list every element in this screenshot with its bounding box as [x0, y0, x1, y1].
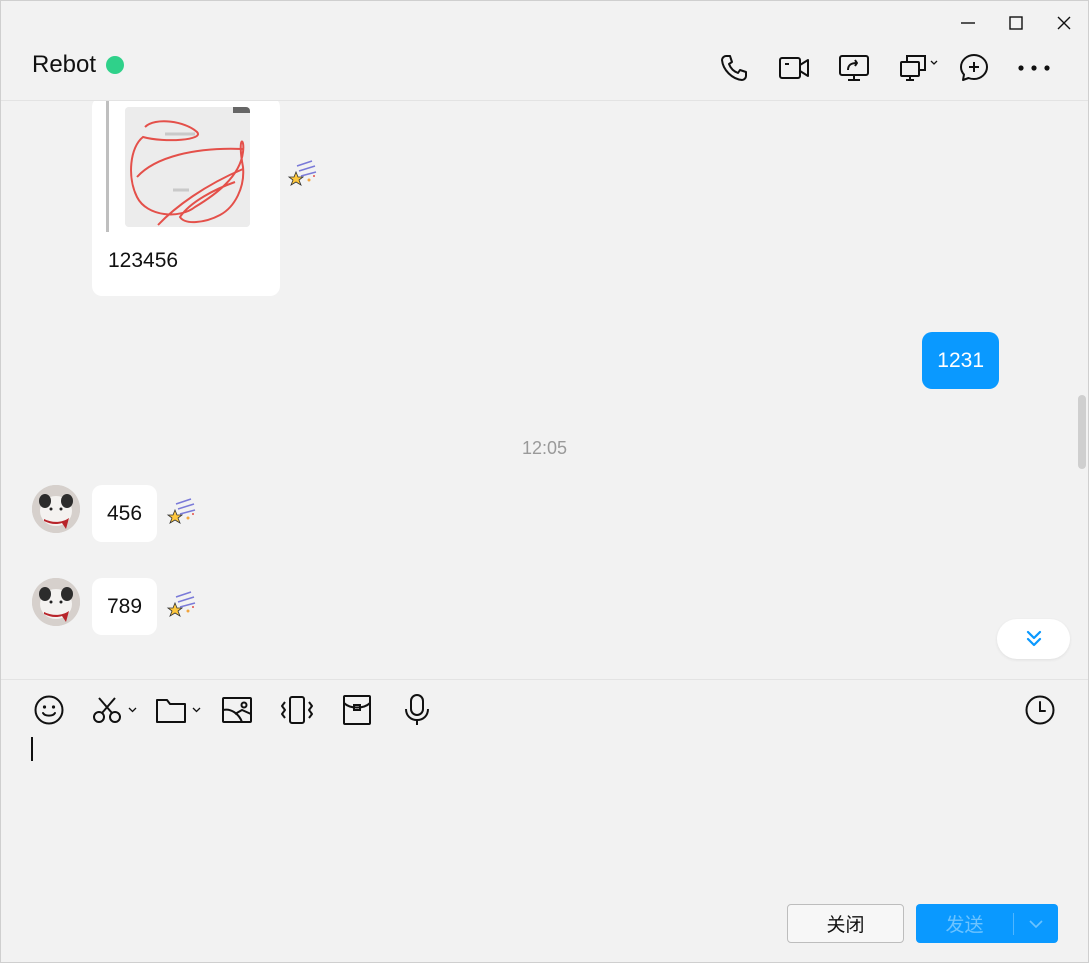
shake-icon [281, 696, 313, 724]
chevron-down-icon [930, 60, 938, 65]
maximize-icon [1009, 16, 1023, 30]
jump-to-latest-button[interactable] [997, 619, 1070, 659]
quoted-image-thumbnail[interactable] [125, 107, 250, 227]
phone-call-button[interactable] [704, 48, 764, 88]
add-chat-icon [960, 54, 988, 81]
video-call-icon [779, 57, 809, 79]
sparkle-reaction-icon[interactable] [166, 591, 196, 621]
phone-icon [721, 55, 747, 81]
double-chevron-down-icon [1026, 630, 1041, 647]
video-call-button[interactable] [764, 48, 824, 88]
folder-button[interactable] [153, 690, 203, 730]
message-composer: 关闭 发送 [1, 679, 1088, 962]
chat-header: Rebot [1, 1, 1088, 101]
more-icon [1018, 65, 1050, 71]
folder-icon [156, 699, 186, 723]
text-cursor [31, 737, 33, 761]
close-button[interactable]: 关闭 [787, 904, 904, 943]
image-icon [222, 697, 252, 723]
red-packet-icon [343, 695, 371, 725]
sparkle-reaction-icon[interactable] [287, 160, 317, 190]
quoted-message-text: 123456 [108, 249, 179, 272]
minimize-icon [961, 22, 975, 24]
chevron-down-icon [192, 707, 201, 713]
screen-share-icon [839, 55, 869, 81]
remote-desktop-icon [900, 55, 926, 81]
incoming-message[interactable]: 456 [92, 485, 158, 542]
outgoing-message[interactable]: 1231 [922, 332, 999, 389]
sparkle-reaction-icon[interactable] [166, 498, 196, 528]
avatar[interactable] [32, 485, 80, 533]
send-button[interactable]: 发送 [916, 904, 1013, 943]
emoji-button[interactable] [29, 690, 69, 730]
remote-desktop-button[interactable] [884, 48, 944, 88]
message-list[interactable]: 123456 1231 12:05 456 789 [1, 101, 1088, 679]
message-timestamp: 12:05 [521, 438, 568, 458]
message-input[interactable] [29, 734, 1060, 894]
close-window-button[interactable] [1040, 1, 1088, 45]
online-status-dot [106, 56, 125, 74]
close-icon [1057, 16, 1071, 30]
screen-share-button[interactable] [824, 48, 884, 88]
minimize-button[interactable] [944, 1, 992, 45]
clock-icon [1025, 695, 1055, 725]
message-text: 789 [107, 594, 143, 618]
message-text: 1231 [937, 348, 984, 372]
send-button-group: 发送 [916, 904, 1058, 943]
add-chat-button[interactable] [944, 48, 1004, 88]
shake-button[interactable] [277, 690, 317, 730]
maximize-button[interactable] [992, 1, 1040, 45]
send-options-button[interactable] [1014, 904, 1058, 943]
window-controls [944, 1, 1088, 45]
red-packet-button[interactable] [337, 690, 377, 730]
image-button[interactable] [217, 690, 257, 730]
quoted-message-card[interactable]: 123456 [92, 101, 280, 296]
scrollbar-thumb[interactable] [1078, 395, 1086, 469]
emoji-icon [34, 695, 64, 725]
contact-name: Rebot [32, 51, 97, 78]
voice-icon [405, 694, 429, 725]
more-button[interactable] [1004, 48, 1064, 88]
doodle-image [125, 107, 250, 227]
avatar[interactable] [32, 578, 80, 626]
incoming-message[interactable]: 789 [92, 578, 158, 635]
quote-bar [106, 101, 109, 232]
voice-button[interactable] [397, 690, 437, 730]
header-toolbar [704, 48, 1064, 88]
screenshot-button[interactable] [89, 690, 139, 730]
message-text: 456 [107, 501, 143, 525]
chevron-down-icon [128, 707, 137, 713]
screenshot-icon [93, 697, 121, 723]
chevron-down-icon [1029, 919, 1043, 928]
avatar-image [32, 578, 80, 626]
chat-history-button[interactable] [1020, 690, 1060, 730]
chat-title: Rebot [32, 51, 125, 79]
composer-toolbar [29, 690, 437, 730]
avatar-image [32, 485, 80, 533]
